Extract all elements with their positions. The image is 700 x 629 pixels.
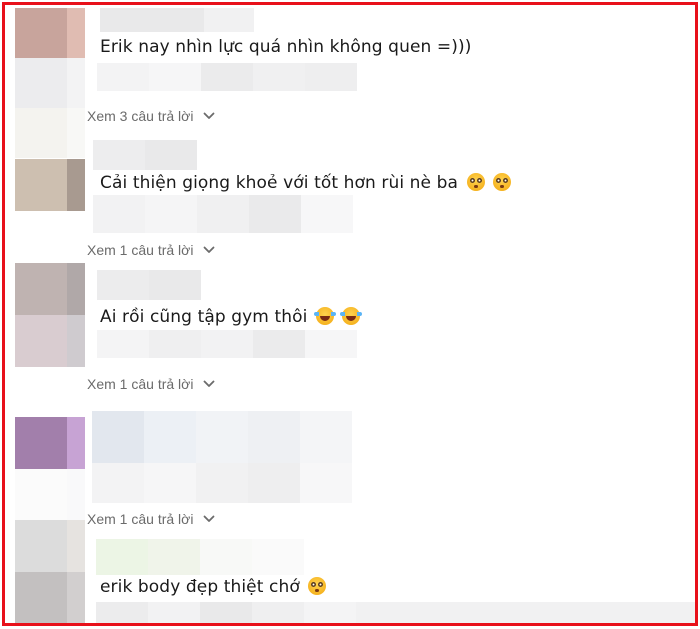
- comment-pixelated: [300, 463, 352, 503]
- comment-pixelated: [144, 463, 196, 503]
- comment-text: Cải thiện giọng khoẻ với tốt hơn rùi nè …: [100, 173, 512, 193]
- comment-text-content: Ai rồi cũng tập gym thôi: [100, 307, 308, 327]
- comment-text-content: Erik nay nhìn lực quá nhìn không quen =)…: [100, 37, 472, 57]
- view-replies-link[interactable]: Xem 1 câu trả lời: [87, 511, 215, 527]
- comment-section: Erik nay nhìn lực quá nhìn không quen =)…: [2, 2, 698, 626]
- username-pixelated: [148, 539, 200, 575]
- username-pixelated: [149, 270, 201, 300]
- comment-pixelated: [196, 411, 248, 463]
- comment-text: Ai rồi cũng tập gym thôi: [100, 307, 363, 327]
- meta-pixelated: [93, 195, 145, 233]
- view-replies-link[interactable]: Xem 1 câu trả lời: [87, 376, 215, 392]
- meta-pixelated: [301, 195, 353, 233]
- comment-pixelated: [248, 411, 300, 463]
- meta-pixelated: [249, 195, 301, 233]
- comment-text: erik body đẹp thiệt chớ: [100, 577, 327, 597]
- view-replies-label: Xem 1 câu trả lời: [87, 242, 194, 258]
- username-pixelated: [96, 539, 148, 575]
- meta-pixelated: [305, 63, 357, 91]
- meta-pixelated: [201, 330, 253, 358]
- avatar[interactable]: [15, 520, 85, 623]
- avatar-pixelated: [15, 108, 85, 158]
- comment-pixelated: [248, 463, 300, 503]
- view-replies-label: Xem 1 câu trả lời: [87, 376, 194, 392]
- comment-text: Erik nay nhìn lực quá nhìn không quen =)…: [100, 37, 471, 57]
- meta-pixelated: [197, 195, 249, 233]
- meta-pixelated: [356, 602, 695, 623]
- avatar-pixelated: [15, 58, 85, 108]
- comment-pixelated: [92, 411, 144, 463]
- flushed-face-icon: [308, 577, 327, 595]
- view-replies-link[interactable]: Xem 1 câu trả lời: [87, 242, 215, 258]
- view-replies-label: Xem 3 câu trả lời: [87, 108, 194, 124]
- meta-pixelated: [145, 195, 197, 233]
- comment-pixelated: [92, 463, 144, 503]
- username-pixelated: [252, 539, 304, 575]
- meta-pixelated: [253, 330, 305, 358]
- meta-pixelated: [97, 330, 149, 358]
- username-pixelated: [97, 270, 149, 300]
- comment-text-content: Cải thiện giọng khoẻ với tốt hơn rùi nè …: [100, 173, 458, 193]
- avatar[interactable]: [15, 159, 85, 211]
- meta-pixelated: [201, 63, 253, 91]
- meta-pixelated: [97, 63, 149, 91]
- username-pixelated: [100, 8, 204, 32]
- comment-text-content: erik body đẹp thiệt chớ: [100, 577, 300, 597]
- meta-pixelated: [148, 602, 200, 623]
- meta-pixelated: [253, 63, 305, 91]
- meta-pixelated: [200, 602, 252, 623]
- comment-pixelated: [300, 411, 352, 463]
- username-pixelated: [145, 140, 197, 170]
- avatar[interactable]: [15, 263, 85, 367]
- meta-pixelated: [252, 602, 304, 623]
- username-pixelated: [93, 140, 145, 170]
- meta-pixelated: [304, 602, 356, 623]
- chevron-down-icon: [203, 380, 215, 387]
- chevron-down-icon: [203, 515, 215, 522]
- laughing-tears-face-icon: [340, 307, 363, 325]
- flushed-face-icon: [466, 173, 485, 191]
- meta-pixelated: [96, 602, 148, 623]
- view-replies-label: Xem 1 câu trả lời: [87, 511, 194, 527]
- meta-pixelated: [149, 330, 201, 358]
- chevron-down-icon: [203, 112, 215, 119]
- avatar[interactable]: [15, 417, 85, 469]
- avatar-pixelated: [15, 469, 85, 521]
- username-pixelated: [200, 539, 252, 575]
- meta-pixelated: [149, 63, 201, 91]
- comment-pixelated: [196, 463, 248, 503]
- avatar[interactable]: [15, 8, 85, 58]
- chevron-down-icon: [203, 246, 215, 253]
- meta-pixelated: [305, 330, 357, 358]
- view-replies-link[interactable]: Xem 3 câu trả lời: [87, 108, 215, 124]
- comment-pixelated: [144, 411, 196, 463]
- laughing-tears-face-icon: [313, 307, 336, 325]
- username-pixelated: [204, 8, 254, 32]
- flushed-face-icon: [493, 173, 512, 191]
